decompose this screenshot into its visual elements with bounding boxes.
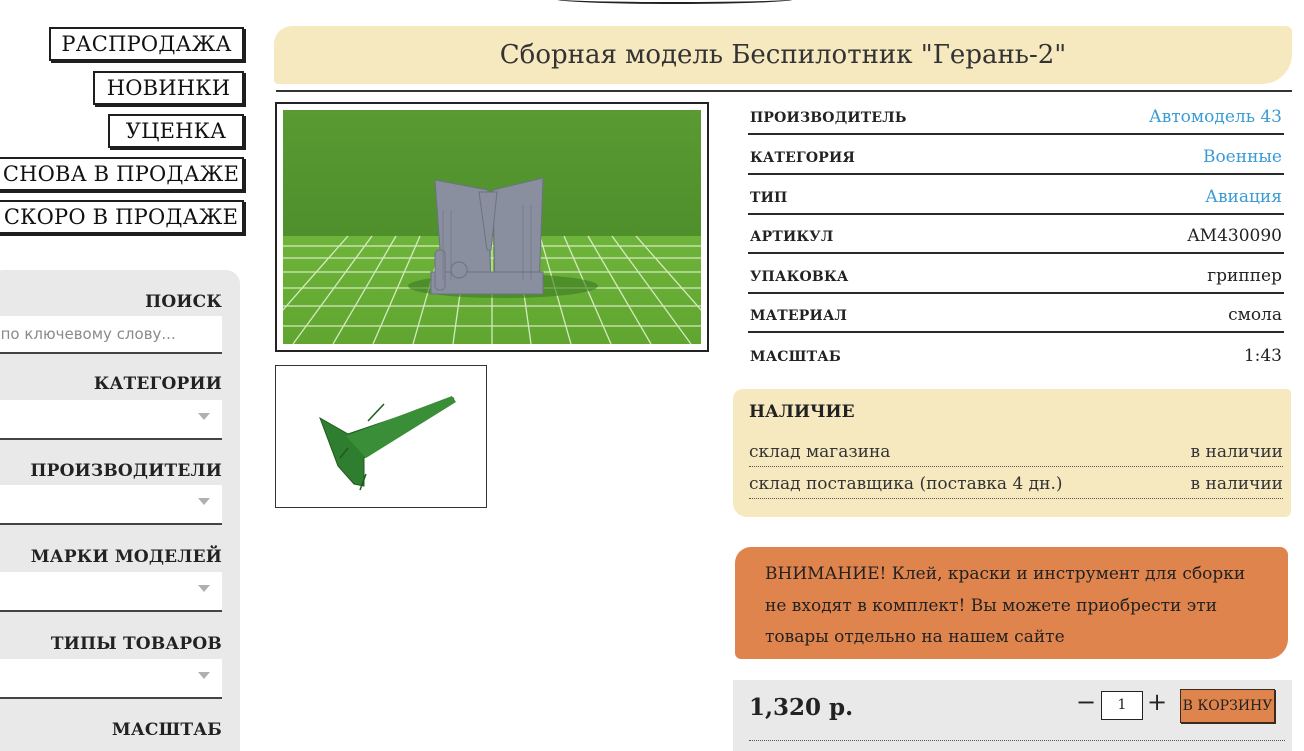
search-title: ПОИСК: [145, 292, 222, 312]
spec-row-scale: МАСШТАБ 1:43: [748, 334, 1284, 372]
nav-item-sale[interactable]: РАСПРОДАЖА: [49, 27, 244, 61]
availability-row: склад поставщика (поставка 4 дн.) в нали…: [749, 467, 1283, 499]
purchase-bar: 1,320 р. − 1 + В КОРЗИНУ: [733, 680, 1292, 751]
sku-value: AM430090: [1187, 226, 1282, 246]
categories-title: КАТЕГОРИИ: [93, 374, 222, 394]
product-thumbnail[interactable]: [275, 365, 487, 508]
stock-status: в наличии: [1190, 474, 1283, 494]
brands-select[interactable]: [0, 572, 222, 612]
nav-item-new[interactable]: НОВИНКИ: [93, 71, 244, 105]
spec-key: АРТИКУЛ: [750, 229, 834, 245]
spec-row-category: КАТЕГОРИЯ Военные: [748, 137, 1284, 175]
brands-title: МАРКИ МОДЕЛЕЙ: [30, 547, 222, 567]
spec-row-type: ТИП Авиация: [748, 177, 1284, 215]
stock-status: в наличии: [1190, 442, 1283, 462]
stock-location: склад поставщика (поставка 4 дн.): [749, 474, 1063, 494]
chevron-down-icon: [198, 585, 210, 592]
add-to-cart-button[interactable]: В КОРЗИНУ: [1180, 689, 1275, 723]
page-title: Сборная модель Беспилотник "Герань-2": [499, 40, 1067, 70]
availability-title: НАЛИЧИЕ: [749, 402, 855, 422]
nav-item-discount[interactable]: УЦЕНКА: [108, 114, 244, 148]
spec-key: ТИП: [750, 190, 788, 206]
spec-key: МАТЕРИАЛ: [750, 308, 848, 324]
assembly-warning: ВНИМАНИЕ! Клей, краски и инструмент для …: [735, 547, 1288, 659]
spec-row-packaging: УПАКОВКА гриппер: [748, 256, 1284, 294]
category-link[interactable]: Военные: [1203, 147, 1282, 167]
spec-row-sku: АРТИКУЛ AM430090: [748, 216, 1284, 254]
scale-value: 1:43: [1243, 346, 1282, 366]
chevron-down-icon: [198, 672, 210, 679]
packaging-value: гриппер: [1207, 266, 1282, 286]
quantity-input[interactable]: 1: [1101, 691, 1143, 720]
spec-key: КАТЕГОРИЯ: [750, 150, 855, 166]
spec-row-material: МАТЕРИАЛ смола: [748, 295, 1284, 333]
nav-item-back-in-stock[interactable]: СНОВА В ПРОДАЖЕ: [0, 157, 244, 191]
availability-row: склад магазина в наличии: [749, 435, 1283, 467]
product-photo-image: [252, 110, 732, 345]
type-link[interactable]: Авиация: [1205, 187, 1282, 207]
drone-render-image: [319, 396, 456, 491]
manufacturers-select[interactable]: [0, 485, 222, 525]
main-product-photo[interactable]: [252, 102, 732, 352]
title-divider: [276, 90, 1292, 92]
price-divider: [749, 740, 1285, 741]
quantity-increase-button[interactable]: +: [1147, 688, 1167, 716]
spec-key: УПАКОВКА: [750, 269, 849, 285]
types-title: ТИПЫ ТОВАРОВ: [50, 634, 222, 654]
types-select[interactable]: [0, 659, 222, 699]
material-value: смола: [1228, 305, 1282, 325]
manufacturers-title: ПРОИЗВОДИТЕЛИ: [30, 461, 222, 481]
filter-panel: ПОИСК искать по ключевому слову... КАТЕГ…: [0, 270, 240, 751]
nav-item-coming-soon[interactable]: СКОРО В ПРОДАЖЕ: [0, 200, 244, 234]
availability-panel: НАЛИЧИЕ склад магазина в наличии склад п…: [733, 389, 1291, 517]
categories-select[interactable]: [0, 400, 222, 440]
search-placeholder: искать по ключевому слову...: [0, 325, 176, 343]
quantity-decrease-button[interactable]: −: [1076, 688, 1096, 716]
spec-key: ПРОИЗВОДИТЕЛЬ: [750, 110, 907, 126]
stock-location: склад магазина: [749, 442, 891, 462]
price: 1,320 р.: [749, 694, 854, 721]
chevron-down-icon: [198, 413, 210, 420]
scale-title: МАСШТАБ: [111, 720, 222, 740]
spec-key: МАСШТАБ: [750, 349, 841, 365]
spec-row-manufacturer: ПРОИЗВОДИТЕЛЬ Автомодель 43: [748, 97, 1284, 135]
manufacturer-link[interactable]: Автомодель 43: [1149, 107, 1282, 127]
search-input[interactable]: искать по ключевому слову...: [0, 316, 222, 354]
chevron-down-icon: [198, 498, 210, 505]
warning-text: ВНИМАНИЕ! Клей, краски и инструмент для …: [765, 564, 1246, 647]
top-decoration: [555, 0, 795, 4]
product-title-banner: Сборная модель Беспилотник "Герань-2": [274, 26, 1292, 84]
